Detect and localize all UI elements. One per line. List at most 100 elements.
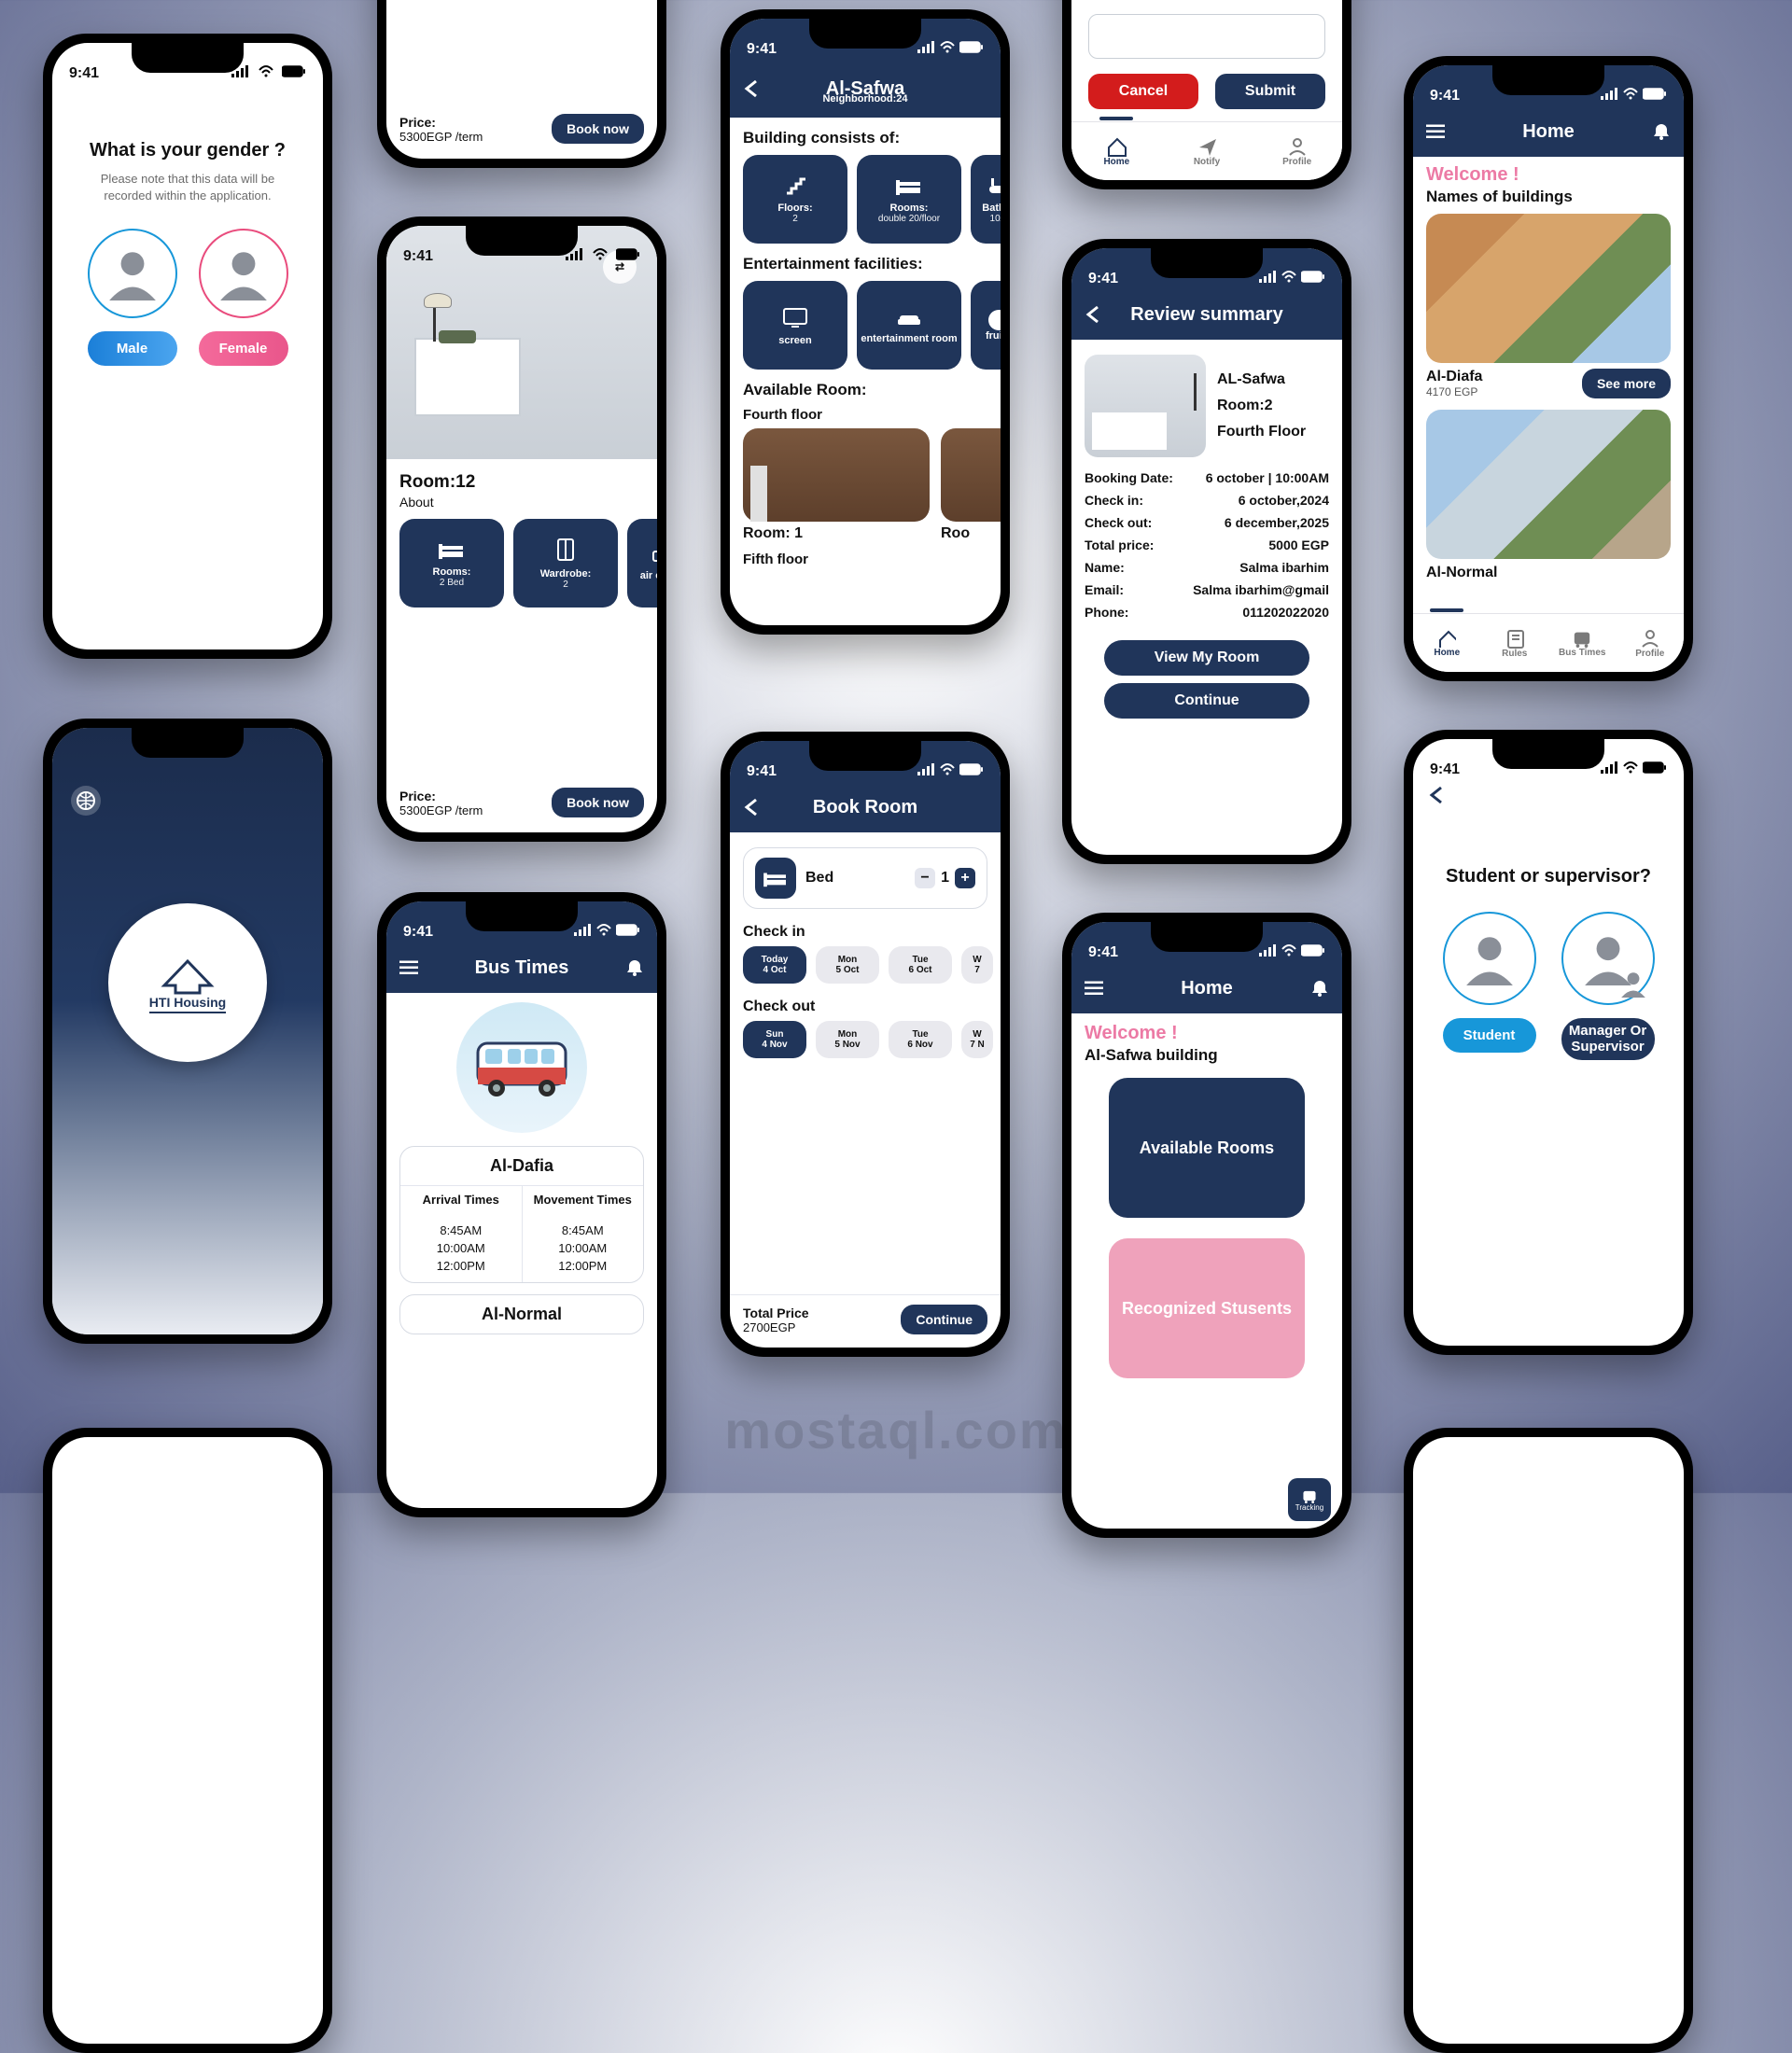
- qty-minus[interactable]: −: [915, 868, 935, 888]
- tile-fruit: fruit t: [971, 281, 1001, 370]
- male-option[interactable]: [88, 229, 177, 318]
- tile-rooms: Rooms:double 20/floor: [857, 155, 961, 244]
- tracking-fab[interactable]: Tracking: [1288, 1478, 1331, 1521]
- female-option[interactable]: [199, 229, 288, 318]
- time: 12:00PM: [400, 1259, 522, 1273]
- qty-plus[interactable]: +: [955, 868, 975, 888]
- continue-button[interactable]: Continue: [1104, 683, 1309, 719]
- bus-building-name: Al-Dafia: [400, 1147, 643, 1186]
- page-title: Review summary: [1130, 304, 1282, 326]
- bell-icon[interactable]: [1310, 979, 1329, 998]
- date-chip[interactable]: Sun4 Nov: [743, 1021, 806, 1058]
- role-question: Student or supervisor?: [1413, 866, 1684, 887]
- manager-option[interactable]: [1561, 912, 1655, 1005]
- globe-button[interactable]: [71, 786, 101, 816]
- female-label: Female: [199, 331, 288, 366]
- section-title: Building consists of:: [743, 129, 987, 147]
- tab-rules[interactable]: Rules: [1481, 614, 1549, 672]
- price-label: Price:: [399, 789, 483, 803]
- tile-ac: air conditi: [627, 519, 657, 608]
- building-photo: [1426, 410, 1671, 559]
- card-available-rooms[interactable]: Available Rooms: [1109, 1078, 1305, 1218]
- time: 8:45AM: [400, 1223, 522, 1237]
- bed-label: Bed: [805, 870, 833, 887]
- floor-label: Fourth floor: [743, 407, 987, 423]
- tab-profile[interactable]: Profile: [1617, 614, 1685, 672]
- gender-note: Please note that this data will be recor…: [77, 171, 299, 204]
- price-value: 5300EGP /term: [399, 130, 483, 144]
- menu-icon[interactable]: [399, 961, 418, 975]
- book-now-button-2[interactable]: Book now: [552, 788, 644, 817]
- total-label: Total Price: [743, 1306, 809, 1320]
- menu-icon[interactable]: [1426, 125, 1445, 139]
- manager-label: Manager OrSupervisor: [1561, 1018, 1655, 1060]
- back-icon[interactable]: [1085, 305, 1101, 324]
- card-recognized-students[interactable]: Recognized Stusents: [1109, 1238, 1305, 1378]
- date-chip[interactable]: Tue6 Nov: [889, 1021, 952, 1058]
- page-subtitle: Neighborhood:24: [822, 93, 907, 105]
- text-input[interactable]: [1088, 14, 1325, 59]
- menu-icon[interactable]: [1085, 982, 1103, 996]
- building-price: 4170 EGP: [1426, 385, 1482, 398]
- building-name: Al-Diafa: [1426, 369, 1482, 385]
- section-title: Entertainment facilities:: [743, 255, 987, 273]
- building-photo: [1426, 214, 1671, 363]
- about-label: About: [399, 495, 644, 510]
- time: 12:00PM: [523, 1259, 644, 1273]
- tab-home[interactable]: Home: [1413, 614, 1481, 672]
- checkin-label: Check in: [743, 924, 987, 941]
- date-chip[interactable]: Mon5 Oct: [816, 946, 879, 984]
- brand-badge: HTI Housing: [108, 903, 267, 1062]
- book-now-button[interactable]: Book now: [552, 114, 644, 144]
- bed-icon: [755, 858, 796, 899]
- see-more-button[interactable]: See more: [1582, 369, 1671, 398]
- bus-illustration: [456, 1002, 587, 1133]
- date-chip[interactable]: Today4 Oct: [743, 946, 806, 984]
- student-label: Student: [1443, 1018, 1536, 1053]
- room-card[interactable]: Roo: [941, 428, 1001, 542]
- time: 10:00AM: [523, 1241, 644, 1255]
- date-chip[interactable]: W7: [961, 946, 993, 984]
- building-name: Al-Normal: [1426, 565, 1497, 581]
- cancel-button[interactable]: Cancel: [1088, 74, 1198, 109]
- room-number: Room:12: [399, 472, 644, 493]
- bus-building-2[interactable]: Al-Normal: [399, 1294, 644, 1334]
- date-chip[interactable]: W7 N: [961, 1021, 993, 1058]
- page-title: Bus Times: [475, 957, 569, 979]
- student-option[interactable]: [1443, 912, 1536, 1005]
- room-card[interactable]: Room: 1: [743, 428, 930, 542]
- date-chip[interactable]: Mon5 Nov: [816, 1021, 879, 1058]
- qty-value: 1: [941, 870, 949, 887]
- bell-icon[interactable]: [1652, 122, 1671, 141]
- back-icon[interactable]: [1428, 786, 1445, 804]
- page-title: Home: [1181, 978, 1233, 999]
- back-icon[interactable]: [743, 79, 760, 98]
- continue-button[interactable]: Continue: [901, 1305, 987, 1334]
- watermark: mostaql.com: [724, 1400, 1067, 1460]
- tab-home[interactable]: Home: [1071, 122, 1162, 180]
- tile-floors: Floors:2: [743, 155, 847, 244]
- view-room-button[interactable]: View My Room: [1104, 640, 1309, 676]
- back-icon[interactable]: [743, 798, 760, 817]
- tab-notify[interactable]: Notify: [1162, 122, 1253, 180]
- tab-profile[interactable]: Profile: [1252, 122, 1342, 180]
- summary-floor: Fourth Floor: [1217, 424, 1306, 440]
- price-label: Price:: [399, 115, 483, 130]
- movement-header: Movement Times: [523, 1194, 644, 1207]
- tile-wardrobe: Wardrobe: 2: [513, 519, 618, 608]
- tab-bus[interactable]: Bus Times: [1548, 614, 1617, 672]
- time: 10:00AM: [400, 1241, 522, 1255]
- page-title: Book Room: [813, 797, 917, 818]
- gender-question: What is your gender ?: [77, 140, 299, 161]
- checkout-label: Check out: [743, 999, 987, 1015]
- arrival-header: Arrival Times: [400, 1194, 522, 1207]
- date-chip[interactable]: Tue6 Oct: [889, 946, 952, 984]
- building-name: Al-Safwa building: [1085, 1046, 1329, 1065]
- tile-screen: screen: [743, 281, 847, 370]
- summary-photo: [1085, 355, 1206, 457]
- tile-rooms: Rooms: 2 Bed: [399, 519, 504, 608]
- total-value: 2700EGP: [743, 1320, 809, 1334]
- submit-button[interactable]: Submit: [1215, 74, 1325, 109]
- male-label: Male: [88, 331, 177, 366]
- bell-icon[interactable]: [625, 958, 644, 977]
